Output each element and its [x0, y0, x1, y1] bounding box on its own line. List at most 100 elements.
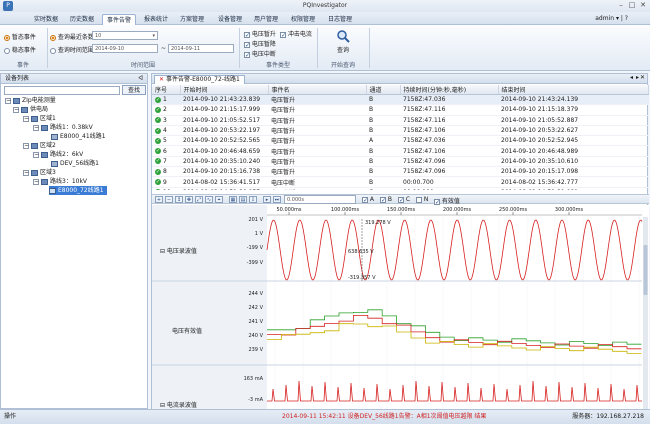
steady-event-option[interactable]: 稳态事件 [4, 45, 36, 54]
close-icon[interactable]: ✕ [640, 74, 645, 81]
tree-node-line1[interactable]: − 路线1：0.38kV [33, 123, 93, 132]
transient-event-option[interactable]: 暂态事件 [4, 32, 36, 41]
collapse-icon[interactable]: − [33, 178, 39, 185]
menu-permissions[interactable]: 权限管理 [287, 14, 319, 25]
table-row[interactable]: ✓ 6 2014-09-10 20:46:48.659 电压暂升 B 7158Z:47.1… [152, 145, 649, 157]
table-row[interactable]: ✓10 2014-08-02 14:51:30.957电压中断C00:00.100… [152, 187, 649, 190]
table-row[interactable]: ✓ 4 2014-09-10 20:53:22.197 电压暂升 B 7158Z:47.1… [152, 125, 649, 137]
menu-events[interactable]: 事件告警 [102, 14, 137, 25]
collapse-icon[interactable]: − [23, 115, 29, 122]
toolbar-pan-icon[interactable]: ✥ [185, 196, 193, 203]
panel2-tick-label: 244 V [248, 291, 263, 297]
menu-realtime[interactable]: 实时数据 [30, 14, 62, 25]
toolbar-layout-icon[interactable]: ▤ [239, 196, 247, 203]
tree-node-bureau[interactable]: − 供电局 [13, 105, 48, 114]
type-swell-checkbox[interactable]: ✓ 电压暂升 [244, 29, 276, 38]
close-button[interactable]: ✕ [638, 1, 648, 10]
table-row[interactable]: ✓ 9 2014-08-02 15:36:41.517 电压中断 B 00:00.700 2… [152, 176, 649, 188]
tree-node-area3[interactable]: − 区域3 [23, 168, 56, 177]
table-cell: A [366, 135, 400, 147]
toolbar-play-icon[interactable]: ▸ [263, 196, 271, 203]
table-cell: 2014-09-10 20:35:10.610 [498, 156, 649, 168]
channel-a-checkbox[interactable]: ✓ A [362, 196, 374, 203]
end-date-field[interactable]: 2014-09-11 [168, 44, 234, 53]
collapse-icon[interactable]: − [23, 142, 29, 149]
toolbar-zoom-in-icon[interactable]: + [155, 196, 163, 203]
channel-c-checkbox[interactable]: ✓ C [398, 196, 410, 203]
toolbar-fit-icon[interactable]: ⤢ [195, 196, 203, 203]
tab-scroll-left-icon[interactable]: ◂ [630, 74, 633, 81]
cell-index: 7 [163, 157, 167, 165]
tab-event-alarm[interactable]: ✕ 事件告警-E8000_72-线路1 [154, 75, 245, 84]
time-value-field[interactable]: 0.000s [284, 195, 356, 204]
start-date-field[interactable]: 2014-09-10 [92, 44, 158, 53]
menu-plans[interactable]: 方案管理 [176, 14, 208, 25]
toolbar-grid-icon[interactable]: ▦ [229, 196, 237, 203]
search-button[interactable]: 查找 [122, 85, 146, 95]
pin-icon[interactable]: ᐊ [138, 74, 143, 84]
toolbar-step-icon[interactable]: ⏭ [273, 196, 281, 203]
panel2-label: 电压有效值 [172, 327, 202, 335]
toolbar-marker-icon[interactable]: ⌖ [215, 196, 223, 203]
col-start-time[interactable]: 开始时间 [180, 85, 269, 95]
collapse-icon[interactable]: − [13, 106, 19, 113]
table-cell: B [366, 145, 400, 157]
query-button[interactable]: 查询 [330, 29, 356, 59]
col-event-name[interactable]: 事件名 [268, 85, 367, 95]
menu-logs[interactable]: 日志管理 [324, 14, 356, 25]
tree-node-line3[interactable]: − 路线3：10kV [33, 177, 87, 186]
tree-node-device-e8000-41[interactable]: E8000_41线路1 [51, 132, 106, 141]
time-range-option[interactable]: 查询时间范围 [50, 45, 94, 54]
tree-node-line2[interactable]: − 路线2：6kV [33, 150, 83, 159]
bottom-marker-label: -319.357 V [348, 275, 376, 281]
table-row[interactable]: ✓ 2 2014-09-10 21:15:17.999 电压暂升 B 7158Z:47.1… [152, 104, 649, 116]
tree-node-device-e8000-72[interactable]: E8000_72线路1 [49, 186, 107, 195]
col-end-time[interactable]: 结束时间 [498, 85, 649, 95]
panel1-tick-label: 1 V [255, 231, 264, 237]
table-cell: 电压中断 [268, 187, 366, 190]
tree-node-area2[interactable]: − 区域2 [23, 141, 56, 150]
col-duration[interactable]: 持续时间(分钟:秒,毫秒) [400, 85, 499, 95]
table-row[interactable]: ✓ 8 2014-09-10 20:15:16.738 电压暂升 B 7158Z:47.0… [152, 166, 649, 178]
toolbar-zoom-out-icon[interactable]: − [165, 196, 173, 203]
rms-checkbox[interactable]: ✓ 有效值 [434, 196, 460, 205]
toolbar-cursor-icon[interactable]: ↕ [175, 196, 183, 203]
table-cell: 2014-09-10 21:43:24.139 [498, 94, 649, 106]
device-search-input[interactable] [4, 86, 120, 95]
recent-count-select[interactable]: 10 ▾ [92, 31, 158, 40]
col-index[interactable]: 序号 [152, 85, 181, 95]
table-row[interactable]: ✓ 7 2014-09-10 20:35:10.240 电压暂升 B 7158Z:47.0… [152, 156, 649, 168]
waveform-chart[interactable]: 50.000ms 100.000ms 150.000ms 200.000ms 250.0… [152, 205, 649, 410]
col-channel[interactable]: 通道 [366, 85, 401, 95]
collapse-icon[interactable]: − [33, 151, 39, 158]
toolbar-export-icon[interactable]: ⇩ [249, 196, 257, 203]
menu-bar: 实时数据 历史数据 事件告警 报表统计 方案管理 设备管理 用户管理 权限管理 … [0, 12, 650, 25]
channel-b-checkbox[interactable]: ✓ B [380, 196, 392, 203]
user-menu[interactable]: admin ▾ | ? [595, 15, 628, 22]
tree-node-root[interactable]: − ZIp电能测量 [5, 96, 56, 105]
tab-close-icon[interactable]: ✕ [159, 76, 164, 83]
menu-users[interactable]: 用户管理 [250, 14, 282, 25]
table-row[interactable]: ✓ 5 2014-09-10 20:52:52.565 电压暂升 A 7158Z:47.0… [152, 135, 649, 147]
status-ok-icon: ✓ [155, 189, 161, 190]
tree-node-device-dev56[interactable]: DEV_56线路1 [51, 159, 99, 168]
table-row[interactable]: ✓ 1 2014-09-10 21:43:23.839 电压暂升 B 7158Z:47.0… [152, 94, 649, 106]
collapse-icon[interactable]: − [23, 169, 29, 176]
tree-node-area1[interactable]: − 区域1 [23, 114, 56, 123]
type-inrush-checkbox[interactable]: ✓ 冲击电流 [280, 29, 312, 38]
toolbar-measure-icon[interactable]: ∿ [205, 196, 213, 203]
collapse-icon[interactable]: − [5, 97, 11, 104]
type-sag-checkbox[interactable]: ✓ 电压暂降 [244, 39, 276, 48]
table-cell: 7158Z:47.106 [400, 125, 498, 137]
table-row[interactable]: ✓ 3 2014-09-10 21:05:52.517 电压暂升 B 7158Z:47.1… [152, 115, 649, 126]
tab-scroll-right-icon[interactable]: ▸ [636, 74, 639, 81]
maximize-button[interactable]: □ [627, 1, 637, 10]
collapse-icon[interactable]: − [33, 124, 39, 131]
type-interrupt-checkbox[interactable]: ✓ 电压中断 [244, 49, 276, 58]
menu-history[interactable]: 历史数据 [66, 14, 98, 25]
menu-devices[interactable]: 设备管理 [214, 14, 246, 25]
recent-count-option[interactable]: 查询最近条数 [50, 32, 94, 41]
minimize-button[interactable]: – [616, 1, 626, 10]
channel-n-checkbox[interactable]: N [416, 196, 428, 203]
menu-reports[interactable]: 报表统计 [140, 14, 172, 25]
